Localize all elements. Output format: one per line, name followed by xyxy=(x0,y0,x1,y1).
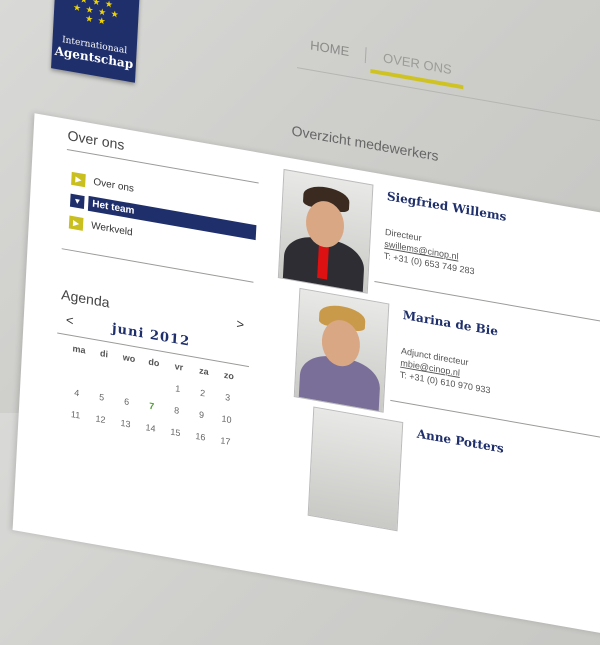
calendar-day[interactable] xyxy=(65,372,90,376)
staff-name[interactable]: Marina de Bie xyxy=(403,308,499,339)
calendar-month: juni 2012 xyxy=(111,321,191,350)
top-nav: HOME OVER ONS xyxy=(296,27,600,139)
weekday: di xyxy=(99,348,109,360)
sidebar-item-label: Over ons xyxy=(93,176,135,195)
staff-name[interactable]: Siegfried Willems xyxy=(387,189,507,224)
staff-photo xyxy=(277,168,374,294)
play-icon: ▶ xyxy=(71,171,86,188)
sidebar-title: Over ons xyxy=(67,127,125,153)
nav-separator xyxy=(365,46,368,63)
page-title: Overzicht medewerkers xyxy=(291,122,439,164)
staff-card: Anne Potters xyxy=(307,406,600,532)
staff-photo xyxy=(293,287,390,413)
calendar-day[interactable] xyxy=(90,376,115,380)
nav-home[interactable]: HOME xyxy=(297,27,362,69)
weekday: vr xyxy=(174,361,184,373)
chevron-down-icon: ▼ xyxy=(69,193,85,210)
weekday: za xyxy=(198,365,209,378)
staff-name[interactable]: Anne Potters xyxy=(416,427,504,456)
weekday: ma xyxy=(72,343,86,356)
calendar-grid: ma di wo do vr za zo 123 4 5 6 7 8 9 10 11 12 13 14 15 16… xyxy=(62,342,256,463)
calendar-next-button[interactable]: > xyxy=(236,316,244,332)
nav-over-ons[interactable]: OVER ONS xyxy=(370,40,465,90)
staff-photo xyxy=(307,406,404,532)
calendar-day[interactable] xyxy=(115,381,140,385)
stars-icon: ★ ★ ★ ★ ★ ★ ★ ★ ★ xyxy=(72,0,121,27)
staff-card: Marina de Bie Adjunct directeur mbie@cin… xyxy=(293,287,600,447)
weekday: do xyxy=(148,356,160,369)
play-icon: ▶ xyxy=(68,215,84,231)
staff-card: Siegfried Willems Directeur swillems@cin… xyxy=(277,168,600,328)
logo[interactable]: ★ ★ ★ ★ ★ ★ ★ ★ ★ Internationaal Agentscha… xyxy=(51,0,141,83)
calendar-day[interactable] xyxy=(140,385,165,389)
agenda-title: Agenda xyxy=(60,286,110,311)
weekday: zo xyxy=(223,369,235,382)
calendar-prev-button[interactable]: < xyxy=(66,312,74,328)
weekday: wo xyxy=(122,352,136,365)
content-panel: Over ons ▶ Over ons ▼ Het team ▶ Werkvel… xyxy=(12,113,600,642)
sidebar-item-label: Werkveld xyxy=(90,220,133,239)
page-stage: ★ ★ ★ ★ ★ ★ ★ ★ ★ Internationaal Agentscha… xyxy=(0,0,600,642)
